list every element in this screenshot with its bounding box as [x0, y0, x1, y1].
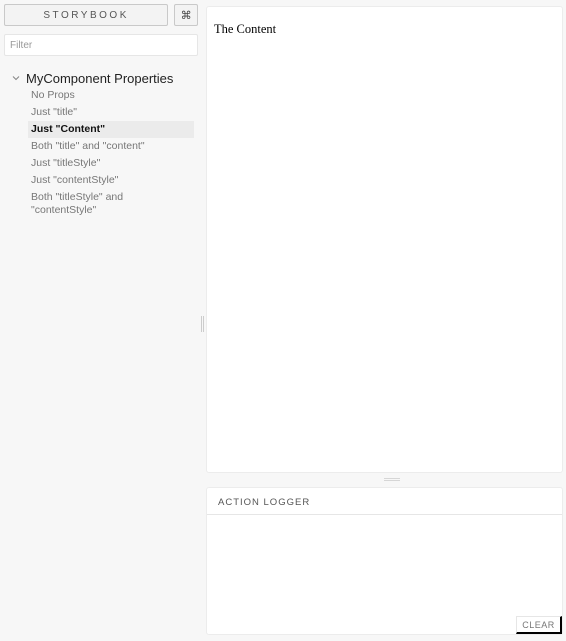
- tab-action-logger[interactable]: ACTION LOGGER: [207, 488, 562, 515]
- preview-content-text: The Content: [214, 22, 277, 36]
- chevron-down-icon: [12, 76, 20, 81]
- clear-button[interactable]: CLEAR: [516, 616, 562, 634]
- preview-panel: The Content: [206, 6, 563, 473]
- sidebar-resize-handle[interactable]: [201, 316, 204, 332]
- story-list: No Props Just "title" Just "Content" Both "…: [28, 87, 194, 219]
- panel-resize-handle[interactable]: [384, 478, 400, 481]
- story-item[interactable]: Just "contentStyle": [28, 172, 194, 189]
- story-item[interactable]: No Props: [28, 87, 194, 104]
- filter-input[interactable]: [4, 34, 198, 56]
- brand-row: STORYBOOK ⌘: [4, 4, 198, 26]
- storybook-app: STORYBOOK ⌘ MyComponent Properties No Pr…: [0, 0, 566, 641]
- story-kind-mycomponent[interactable]: MyComponent Properties: [10, 69, 198, 87]
- story-item[interactable]: Both "title" and "content": [28, 138, 194, 155]
- tab-action-logger-label: ACTION LOGGER: [218, 497, 311, 508]
- story-item[interactable]: Just "titleStyle": [28, 155, 194, 172]
- sidebar: STORYBOOK ⌘ MyComponent Properties No Pr…: [0, 0, 200, 641]
- story-item[interactable]: Both "titleStyle" and "contentStyle": [28, 189, 194, 219]
- storybook-brand-button[interactable]: STORYBOOK: [4, 4, 169, 26]
- addon-panel: ACTION LOGGER CLEAR: [206, 487, 563, 635]
- shortcuts-button[interactable]: ⌘: [174, 4, 198, 26]
- story-kind-label: MyComponent Properties: [26, 70, 174, 86]
- story-item[interactable]: Just "Content": [28, 121, 194, 138]
- story-item[interactable]: Just "title": [28, 104, 194, 121]
